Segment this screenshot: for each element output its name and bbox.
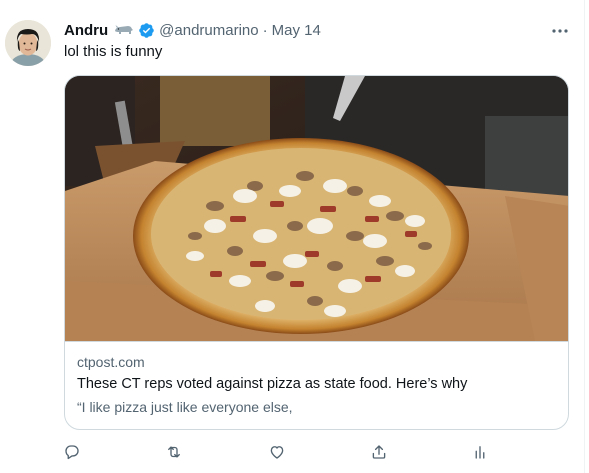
like-button[interactable] — [265, 440, 289, 464]
share-button[interactable] — [367, 440, 391, 464]
like-icon — [270, 446, 284, 459]
share-icon — [372, 445, 386, 459]
reply-icon — [65, 445, 79, 460]
avatar[interactable] — [5, 20, 51, 66]
link-card[interactable]: ctpost.com These CT reps voted against p… — [64, 75, 569, 430]
card-title: These CT reps voted against pizza as sta… — [77, 376, 468, 392]
separator-dot: · — [262, 21, 268, 39]
card-divider — [65, 341, 568, 342]
analytics-button[interactable] — [468, 440, 492, 464]
display-name[interactable]: Andru — [64, 22, 108, 39]
card-domain: ctpost.com — [77, 354, 145, 370]
retweet-icon — [168, 446, 180, 458]
analytics-icon — [475, 446, 485, 459]
more-icon — [552, 29, 568, 33]
more-options-button[interactable] — [546, 20, 574, 42]
card-image — [65, 76, 568, 341]
verified-badge-icon — [138, 22, 155, 39]
action-bar — [64, 440, 504, 464]
user-handle[interactable]: @andrumarino — [159, 22, 258, 39]
card-description: “I like pizza just like everyone else, — [77, 399, 293, 415]
retweet-button[interactable] — [162, 440, 186, 464]
reply-button[interactable] — [60, 440, 84, 464]
avatar-image — [5, 20, 51, 66]
rhino-emoji — [114, 23, 134, 37]
tweet-text: lol this is funny — [64, 43, 163, 60]
tweet[interactable]: Andru @andrumarino · May 14 lol this is … — [0, 0, 589, 473]
column-divider — [584, 0, 585, 473]
tweet-header: Andru @andrumarino · May 14 — [64, 20, 321, 40]
tweet-date[interactable]: May 14 — [272, 22, 321, 39]
